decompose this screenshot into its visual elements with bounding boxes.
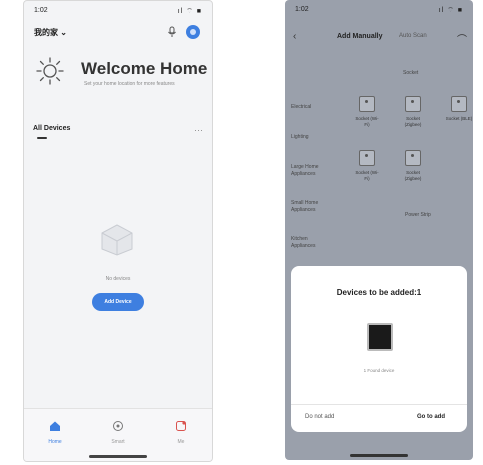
home-name-label: 我的家: [34, 28, 58, 37]
tab-auto-scan[interactable]: Auto Scan: [399, 33, 427, 39]
divider: [291, 404, 467, 405]
dialog-title: Devices to be added:1: [336, 288, 422, 297]
top-nav: ‹ Add Manually Auto Scan ⌒: [285, 28, 473, 48]
home-icon: [50, 421, 60, 431]
category-item[interactable]: Small Home Appliances: [291, 200, 331, 214]
device-tile[interactable]: Socket (Zigbee): [399, 96, 427, 136]
empty-state-text: No devices: [105, 276, 131, 282]
smart-icon: [113, 421, 123, 431]
devices-section-header: All Devices ···: [33, 125, 203, 139]
category-subheader: Socket: [403, 70, 419, 76]
socket-icon: [405, 96, 421, 112]
tab-me[interactable]: Me: [164, 419, 198, 447]
socket-icon: [359, 96, 375, 112]
welcome-subtitle[interactable]: Set your home location for more features: [84, 81, 175, 87]
device-tile[interactable]: Socket (Zigbee): [399, 150, 427, 190]
status-bar: 1:02 ıl ⌔ ■: [293, 6, 465, 16]
tab-underline: [37, 137, 47, 139]
home-screen: 1:02 ıl ⌔ ■ 我的家 ⌄ Welcome Home Set your …: [23, 0, 213, 462]
tab-smart-label: Smart: [111, 439, 125, 445]
chevron-down-icon: ⌄: [60, 28, 67, 37]
welcome-title: Welcome Home: [81, 59, 208, 78]
add-circle-icon[interactable]: [186, 25, 200, 39]
add-device-button[interactable]: Add Device: [92, 293, 144, 311]
category-item[interactable]: Electrical: [291, 104, 331, 111]
home-indicator: [89, 455, 147, 458]
socket-icon: [451, 96, 467, 112]
device-tile[interactable]: Socket (Wi-Fi): [353, 150, 381, 190]
back-icon[interactable]: ‹: [293, 31, 296, 42]
empty-state-illustration: [101, 224, 133, 256]
device-name: Socket (Wi-Fi): [355, 116, 379, 127]
tab-smart[interactable]: Smart: [101, 419, 135, 447]
tab-add-manually[interactable]: Add Manually: [337, 33, 383, 40]
tab-home[interactable]: Home: [38, 419, 72, 447]
tab-all-devices[interactable]: All Devices: [33, 125, 70, 132]
device-tile[interactable]: Socket (BLE): [445, 96, 473, 136]
device-name: Socket (BLE): [445, 116, 473, 121]
status-time: 1:02: [34, 7, 48, 14]
status-icons: ıl ⌔ ■: [438, 7, 463, 14]
status-time: 1:02: [295, 6, 309, 13]
tab-me-label: Me: [177, 439, 185, 445]
home-selector[interactable]: 我的家 ⌄: [34, 27, 67, 38]
status-icons: ıl ⌔ ■: [177, 8, 202, 15]
add-device-screen: 1:02 ıl ⌔ ■ ‹ Add Manually Auto Scan ⌒ S…: [285, 0, 473, 460]
microphone-icon[interactable]: [166, 26, 178, 38]
profile-icon: [176, 421, 186, 431]
bottom-tab-bar: Home Smart Me: [24, 408, 212, 461]
category-item[interactable]: Large Home Appliances: [291, 164, 331, 178]
sun-icon: [36, 57, 64, 85]
device-name: Socket (Zigbee): [404, 116, 422, 127]
device-tile[interactable]: Socket (Wi-Fi): [353, 96, 381, 136]
go-to-add-button[interactable]: Go to add: [417, 414, 445, 420]
device-name: Socket (Zigbee): [404, 170, 422, 181]
category-item[interactable]: Lighting: [291, 134, 331, 141]
welcome-banner: Welcome Home Set your home location for …: [36, 57, 208, 97]
devices-found-dialog: Devices to be added:1 1 Found device Do …: [291, 266, 467, 432]
scan-icon[interactable]: ⌒: [457, 31, 467, 46]
device-name: Socket (Wi-Fi): [355, 170, 379, 181]
device-thumbnail: [367, 323, 393, 351]
device-status: 1 Found device: [363, 368, 395, 373]
power-strip-subheader: Power Strip: [405, 212, 431, 218]
category-item[interactable]: Kitchen Appliances: [291, 236, 331, 250]
status-bar: 1:02 ıl ⌔ ■: [32, 7, 204, 17]
home-indicator: [350, 454, 408, 457]
socket-icon: [405, 150, 421, 166]
do-not-add-button[interactable]: Do not add: [305, 414, 334, 420]
more-icon[interactable]: ···: [194, 125, 203, 135]
tab-home-label: Home: [48, 439, 62, 445]
socket-icon: [359, 150, 375, 166]
home-bar: 我的家 ⌄: [32, 25, 204, 41]
